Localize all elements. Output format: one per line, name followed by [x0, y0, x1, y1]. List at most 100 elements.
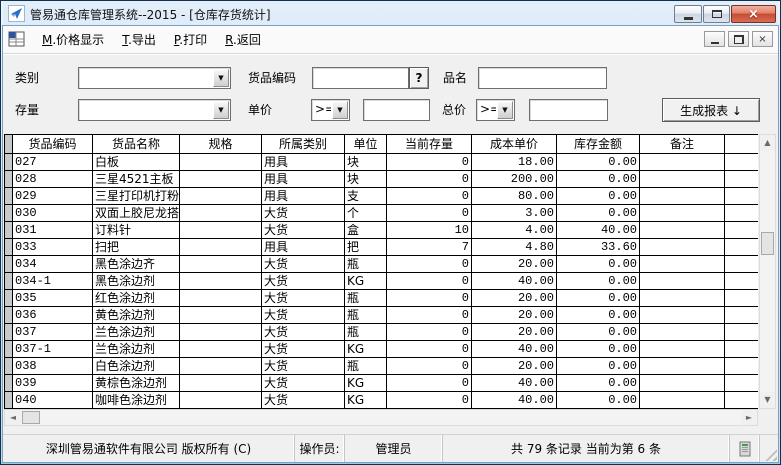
table-row[interactable]: 033扫把用具把74.8033.60	[5, 239, 758, 256]
cell-6[interactable]: 20.00	[472, 256, 557, 273]
table-row[interactable]: 036黄色涂边剂大货瓶020.000.00	[5, 307, 758, 324]
table-row[interactable]: 028三星4521主板用具块0200.000.00	[5, 171, 758, 188]
menu-item-p[interactable]: P.打印	[165, 28, 216, 51]
generate-report-button[interactable]: 生成报表 ↓	[662, 98, 760, 122]
unit-price-input-box[interactable]	[363, 99, 430, 121]
cell-7[interactable]: 0.00	[557, 307, 640, 324]
cell-1[interactable]: 三星4521主板	[93, 171, 180, 188]
cell-8[interactable]	[640, 375, 725, 392]
row-indicator[interactable]	[5, 205, 13, 222]
cell-0[interactable]: 037-1	[13, 341, 93, 358]
cell-4[interactable]: 盒	[345, 222, 387, 239]
cell-6[interactable]: 200.00	[472, 171, 557, 188]
cell-8[interactable]	[640, 358, 725, 375]
menu-item-m[interactable]: M.价格显示	[33, 28, 113, 51]
cell-5[interactable]: 0	[387, 358, 472, 375]
cell-8[interactable]	[640, 188, 725, 205]
mdi-minimize-button[interactable]	[704, 31, 725, 47]
cell-4[interactable]: 支	[345, 188, 387, 205]
cell-4[interactable]: 块	[345, 171, 387, 188]
cell-5[interactable]: 0	[387, 154, 472, 171]
stock-combobox[interactable]: ▼	[78, 99, 231, 121]
minimize-button[interactable]	[674, 5, 702, 23]
cell-6[interactable]: 40.00	[472, 392, 557, 409]
cell-6[interactable]: 20.00	[472, 307, 557, 324]
cell-4[interactable]: 个	[345, 205, 387, 222]
cell-5[interactable]: 0	[387, 205, 472, 222]
cell-7[interactable]: 0.00	[557, 392, 640, 409]
row-indicator[interactable]	[5, 188, 13, 205]
cell-5[interactable]: 0	[387, 375, 472, 392]
cell-3[interactable]: 大货	[262, 341, 345, 358]
resize-grip[interactable]	[764, 448, 777, 461]
cell-7[interactable]: 0.00	[557, 341, 640, 358]
cell-partial[interactable]	[725, 307, 758, 324]
vertical-scrollbar[interactable]: ▲ ▼	[759, 134, 776, 409]
table-row[interactable]: 035红色涂边剂大货瓶020.000.00	[5, 290, 758, 307]
cell-2[interactable]	[180, 154, 262, 171]
cell-8[interactable]	[640, 307, 725, 324]
cell-7[interactable]: 0.00	[557, 375, 640, 392]
cell-2[interactable]	[180, 205, 262, 222]
cell-3[interactable]: 大货	[262, 392, 345, 409]
cell-5[interactable]: 0	[387, 273, 472, 290]
row-indicator[interactable]	[5, 256, 13, 273]
menu-item-t[interactable]: T.导出	[113, 28, 165, 51]
table-row[interactable]: 027白板用具块018.000.00	[5, 154, 758, 171]
cell-2[interactable]	[180, 290, 262, 307]
cell-7[interactable]: 0.00	[557, 273, 640, 290]
cell-6[interactable]: 4.00	[472, 222, 557, 239]
code-lookup-button[interactable]: ?	[409, 67, 429, 89]
cell-partial[interactable]	[725, 188, 758, 205]
cell-4[interactable]: 瓶	[345, 358, 387, 375]
cell-0[interactable]: 033	[13, 239, 93, 256]
cell-5[interactable]: 10	[387, 222, 472, 239]
cell-5[interactable]: 0	[387, 324, 472, 341]
cell-4[interactable]: KG	[345, 273, 387, 290]
cell-4[interactable]: KG	[345, 375, 387, 392]
cell-1[interactable]: 双面上胶尼龙搭	[93, 205, 180, 222]
cell-1[interactable]: 白色涂边剂	[93, 358, 180, 375]
cell-6[interactable]: 3.00	[472, 205, 557, 222]
cell-5[interactable]: 0	[387, 188, 472, 205]
cell-1[interactable]: 扫把	[93, 239, 180, 256]
cell-3[interactable]: 用具	[262, 239, 345, 256]
cell-8[interactable]	[640, 324, 725, 341]
cell-6[interactable]: 20.00	[472, 290, 557, 307]
cell-0[interactable]: 027	[13, 154, 93, 171]
table-row[interactable]: 037兰色涂边剂大货瓶020.000.00	[5, 324, 758, 341]
row-indicator[interactable]	[5, 171, 13, 188]
cell-7[interactable]: 0.00	[557, 290, 640, 307]
cell-2[interactable]	[180, 341, 262, 358]
cell-0[interactable]: 030	[13, 205, 93, 222]
cell-7[interactable]: 0.00	[557, 205, 640, 222]
cell-0[interactable]: 034-1	[13, 273, 93, 290]
cell-8[interactable]	[640, 154, 725, 171]
cell-2[interactable]	[180, 307, 262, 324]
cell-3[interactable]: 大货	[262, 205, 345, 222]
title-bar[interactable]: 管易通仓库管理系统--2015 - [仓库存货统计] ×	[1, 1, 780, 26]
cell-8[interactable]	[640, 239, 725, 256]
table-row[interactable]: 040咖啡色涂边剂大货KG040.000.00	[5, 392, 758, 409]
name-input-box[interactable]	[478, 67, 607, 89]
row-indicator[interactable]	[5, 239, 13, 256]
cell-2[interactable]	[180, 222, 262, 239]
cell-8[interactable]	[640, 205, 725, 222]
cell-4[interactable]: 瓶	[345, 290, 387, 307]
cell-0[interactable]: 038	[13, 358, 93, 375]
cell-3[interactable]: 大货	[262, 375, 345, 392]
mdi-restore-button[interactable]	[728, 31, 749, 47]
table-row[interactable]: 030双面上胶尼龙搭 大货个03.000.00	[5, 205, 758, 222]
cell-3[interactable]: 大货	[262, 273, 345, 290]
cell-2[interactable]	[180, 188, 262, 205]
cell-8[interactable]	[640, 392, 725, 409]
cell-2[interactable]	[180, 392, 262, 409]
cell-7[interactable]: 40.00	[557, 222, 640, 239]
cell-4[interactable]: 瓶	[345, 256, 387, 273]
cell-partial[interactable]	[725, 154, 758, 171]
cell-2[interactable]	[180, 375, 262, 392]
cell-partial[interactable]	[725, 375, 758, 392]
row-indicator[interactable]	[5, 375, 13, 392]
cell-partial[interactable]	[725, 290, 758, 307]
cell-8[interactable]	[640, 222, 725, 239]
